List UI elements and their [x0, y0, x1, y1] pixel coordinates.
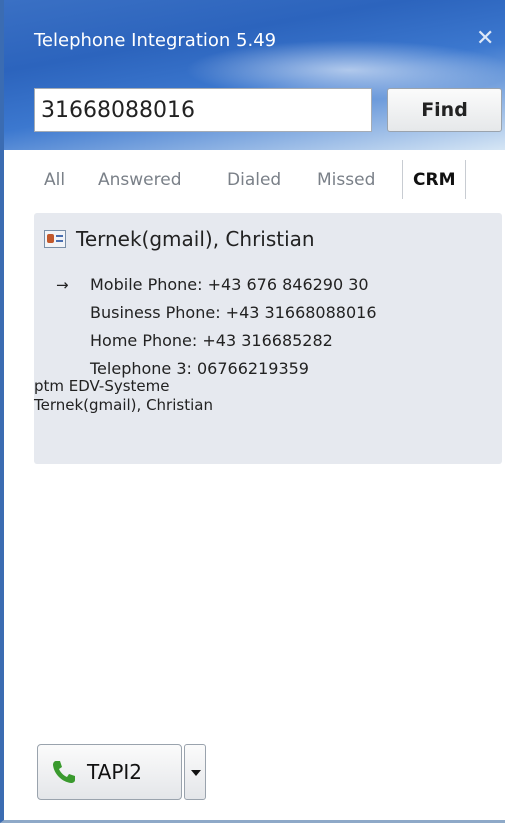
line-select-button[interactable]: TAPI2 — [37, 744, 182, 800]
phone-number-search-input[interactable] — [34, 88, 372, 132]
line-dropdown-button[interactable] — [184, 744, 206, 800]
selected-number-arrow-icon: → — [56, 276, 69, 294]
call-filter-tabs: All Answered Dialed Missed CRM — [34, 160, 505, 200]
phone-handset-icon — [53, 761, 75, 783]
chevron-down-icon — [191, 770, 201, 776]
tab-all[interactable]: All — [44, 170, 65, 190]
tab-missed[interactable]: Missed — [317, 170, 375, 190]
tab-answered[interactable]: Answered — [98, 170, 182, 190]
contact-company: ptm EDV-Systeme — [34, 377, 170, 395]
telephone-3-number[interactable]: Telephone 3: 06766219359 — [90, 359, 309, 378]
mobile-phone-number[interactable]: Mobile Phone: +43 676 846290 30 — [90, 275, 369, 294]
line-label: TAPI2 — [87, 760, 143, 784]
business-phone-number[interactable]: Business Phone: +43 31668088016 — [90, 303, 377, 322]
home-phone-number[interactable]: Home Phone: +43 316685282 — [90, 331, 333, 350]
tab-dialed[interactable]: Dialed — [227, 170, 281, 190]
crm-contact-card[interactable]: Ternek(gmail), Christian → Mobile Phone:… — [34, 213, 502, 464]
window-title: Telephone Integration 5.49 — [34, 30, 277, 51]
tab-crm[interactable]: CRM — [402, 160, 467, 199]
telephone-integration-window: Telephone Integration 5.49 ✕ Find All An… — [0, 0, 505, 823]
close-icon[interactable]: ✕ — [476, 26, 494, 51]
contact-name[interactable]: Ternek(gmail), Christian — [76, 227, 315, 251]
contact-card-icon — [44, 230, 66, 248]
contact-display-name: Ternek(gmail), Christian — [34, 396, 213, 414]
find-button[interactable]: Find — [387, 88, 502, 132]
